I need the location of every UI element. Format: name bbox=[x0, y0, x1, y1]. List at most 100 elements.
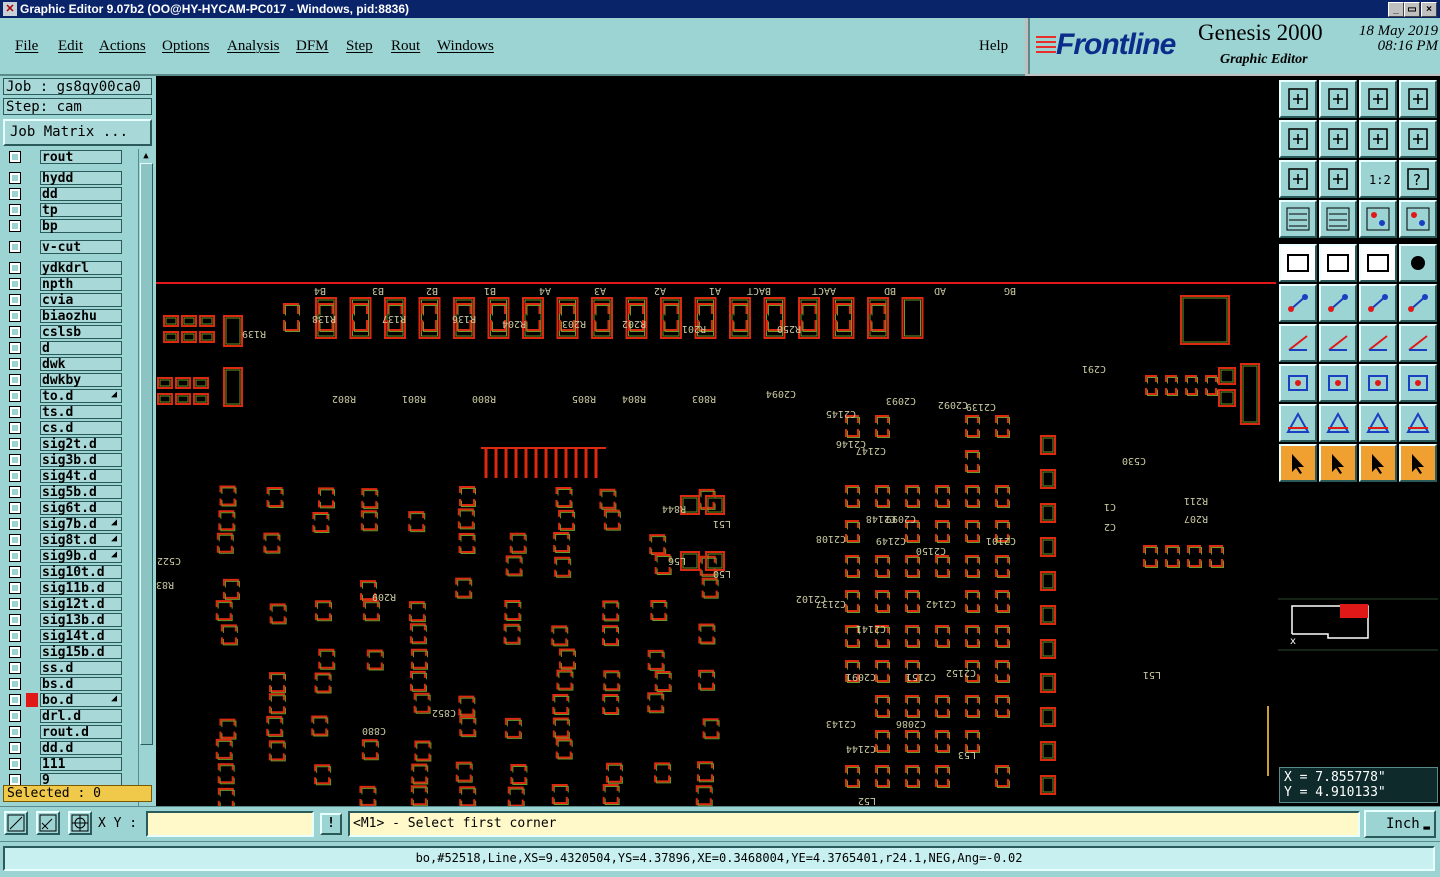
layer-checkbox[interactable] bbox=[9, 358, 21, 370]
shape-select-button[interactable] bbox=[1319, 244, 1357, 282]
layer-name[interactable]: sig4t.d bbox=[40, 469, 122, 483]
layer-name[interactable]: drl.d bbox=[40, 709, 122, 723]
pcb-board-view[interactable]: B4 B3 B2 B1 A4 A3 A2 A1 BACT AACT BD AD BG R138 R137 R1… bbox=[156, 76, 1276, 806]
menu-rout[interactable]: Rout bbox=[391, 38, 420, 55]
layer-name[interactable]: sig6t.d bbox=[40, 501, 122, 515]
layer-name[interactable]: cs.d bbox=[40, 421, 122, 435]
layer-name[interactable]: ss.d bbox=[40, 661, 122, 675]
layer-checkbox[interactable] bbox=[9, 582, 21, 594]
layer-checkbox[interactable] bbox=[9, 151, 21, 163]
import-button[interactable] bbox=[1279, 120, 1317, 158]
layer-name[interactable]: npth bbox=[40, 277, 122, 291]
layer-name[interactable]: sig8t.d bbox=[40, 533, 122, 547]
layer-row[interactable]: sig15b.d bbox=[3, 644, 137, 660]
layer-row[interactable]: sig5b.d bbox=[3, 484, 137, 500]
layer-checkbox[interactable] bbox=[9, 742, 21, 754]
layer-row[interactable]: to.d ◢ bbox=[3, 388, 137, 404]
layer-row[interactable]: sig12t.d bbox=[3, 596, 137, 612]
help-button[interactable]: ? bbox=[1399, 160, 1437, 198]
layer-checkbox[interactable] bbox=[9, 262, 21, 274]
layer-name[interactable]: biaozhu bbox=[40, 309, 122, 323]
layer-name[interactable]: d bbox=[40, 341, 122, 355]
layer-row[interactable]: npth bbox=[3, 276, 137, 292]
layer-row[interactable]: ts.d bbox=[3, 404, 137, 420]
layers-red2-button[interactable] bbox=[1399, 200, 1437, 238]
layer-name[interactable]: sig7b.d bbox=[40, 517, 122, 531]
layer-checkbox[interactable] bbox=[9, 710, 21, 722]
feature-button[interactable] bbox=[1279, 364, 1317, 402]
arc-button[interactable] bbox=[1359, 324, 1397, 362]
layer-name[interactable]: sig5b.d bbox=[40, 485, 122, 499]
layer-row[interactable]: sig2t.d bbox=[3, 436, 137, 452]
layers-red-button[interactable] bbox=[1359, 200, 1397, 238]
layer-scrollbar[interactable]: ▲ ▼ bbox=[138, 149, 153, 854]
layer-name[interactable]: sig10t.d bbox=[40, 565, 122, 579]
layer-row[interactable]: rout bbox=[3, 149, 137, 165]
layer-name[interactable]: bo.d bbox=[40, 693, 122, 707]
graphic-canvas[interactable]: B4 B3 B2 B1 A4 A3 A2 A1 BACT AACT BD AD BG R138 R137 R1… bbox=[156, 76, 1276, 806]
layer-name[interactable]: sig15b.d bbox=[40, 645, 122, 659]
menu-edit[interactable]: Edit bbox=[58, 38, 83, 55]
maximize-button[interactable]: ▭ bbox=[1404, 2, 1420, 17]
app-icon[interactable]: ✕ bbox=[3, 2, 17, 16]
layer-name[interactable]: dd bbox=[40, 187, 122, 201]
layer-checkbox[interactable] bbox=[9, 454, 21, 466]
layer-row[interactable]: ydkdrl bbox=[3, 260, 137, 276]
menu-windows[interactable]: Windows bbox=[437, 38, 494, 55]
layer-name[interactable]: cslsb bbox=[40, 325, 122, 339]
dimension-button[interactable] bbox=[1359, 364, 1397, 402]
layer-row[interactable]: bs.d bbox=[3, 676, 137, 692]
pointer-button[interactable] bbox=[1279, 444, 1317, 482]
layer-checkbox[interactable] bbox=[9, 422, 21, 434]
layer-row[interactable]: hydd bbox=[3, 170, 137, 186]
layer-row[interactable]: 111 bbox=[3, 756, 137, 772]
layer-name[interactable]: dwkby bbox=[40, 373, 122, 387]
line-button[interactable] bbox=[1319, 324, 1357, 362]
minus-button[interactable] bbox=[1319, 364, 1357, 402]
layer-checkbox[interactable] bbox=[9, 566, 21, 578]
ruler-button[interactable] bbox=[1359, 244, 1397, 282]
cross-button[interactable] bbox=[1319, 284, 1357, 322]
pointer-box2-button[interactable] bbox=[1359, 444, 1397, 482]
layer-row[interactable]: dwkby bbox=[3, 372, 137, 388]
layer-row[interactable]: sig6t.d bbox=[3, 500, 137, 516]
layer-checkbox[interactable] bbox=[9, 678, 21, 690]
layer-row[interactable]: cslsb bbox=[3, 324, 137, 340]
minimize-button[interactable]: _ bbox=[1388, 2, 1404, 17]
layer-row[interactable]: tp bbox=[3, 202, 137, 218]
layer-name[interactable]: sig11b.d bbox=[40, 581, 122, 595]
layer-checkbox[interactable] bbox=[9, 310, 21, 322]
layer-name[interactable]: rout bbox=[40, 150, 122, 164]
layer-name[interactable]: cvia bbox=[40, 293, 122, 307]
fit-button[interactable] bbox=[1279, 160, 1317, 198]
layer-row[interactable]: dwk bbox=[3, 356, 137, 372]
layer-row[interactable]: bp bbox=[3, 218, 137, 234]
menu-options[interactable]: Options bbox=[162, 38, 210, 55]
unit-selector[interactable]: Inch ▬ bbox=[1364, 810, 1436, 838]
layer-row[interactable]: sig13b.d bbox=[3, 612, 137, 628]
text-button[interactable] bbox=[1399, 324, 1437, 362]
layer-name[interactable]: sig3b.d bbox=[40, 453, 122, 467]
swap-button[interactable] bbox=[1359, 120, 1397, 158]
scale-button[interactable]: 1:2 bbox=[1359, 160, 1397, 198]
menu-file[interactable]: File bbox=[15, 38, 38, 55]
layer-name[interactable]: sig2t.d bbox=[40, 437, 122, 451]
open-button[interactable] bbox=[1279, 80, 1317, 118]
layer-row[interactable]: cs.d bbox=[3, 420, 137, 436]
layer-row[interactable]: bo.d ◢ bbox=[3, 692, 137, 708]
layer-row[interactable]: dd bbox=[3, 186, 137, 202]
layer-name[interactable]: rout.d bbox=[40, 725, 122, 739]
layer-row[interactable]: rout.d bbox=[3, 724, 137, 740]
zoom-tool-button[interactable] bbox=[4, 811, 28, 835]
center-button[interactable] bbox=[1319, 160, 1357, 198]
job-matrix-button[interactable]: Job Matrix ... bbox=[3, 119, 152, 146]
layer-name[interactable]: ydkdrl bbox=[40, 261, 122, 275]
edit-tools-button[interactable] bbox=[1279, 200, 1317, 238]
route-button[interactable] bbox=[1399, 444, 1437, 482]
home-button[interactable] bbox=[1359, 80, 1397, 118]
layer-row[interactable]: dd.d bbox=[3, 740, 137, 756]
layer-checkbox[interactable] bbox=[9, 502, 21, 514]
layer-checkbox[interactable] bbox=[9, 188, 21, 200]
layer-checkbox[interactable] bbox=[9, 614, 21, 626]
layer-name[interactable]: sig14t.d bbox=[40, 629, 122, 643]
